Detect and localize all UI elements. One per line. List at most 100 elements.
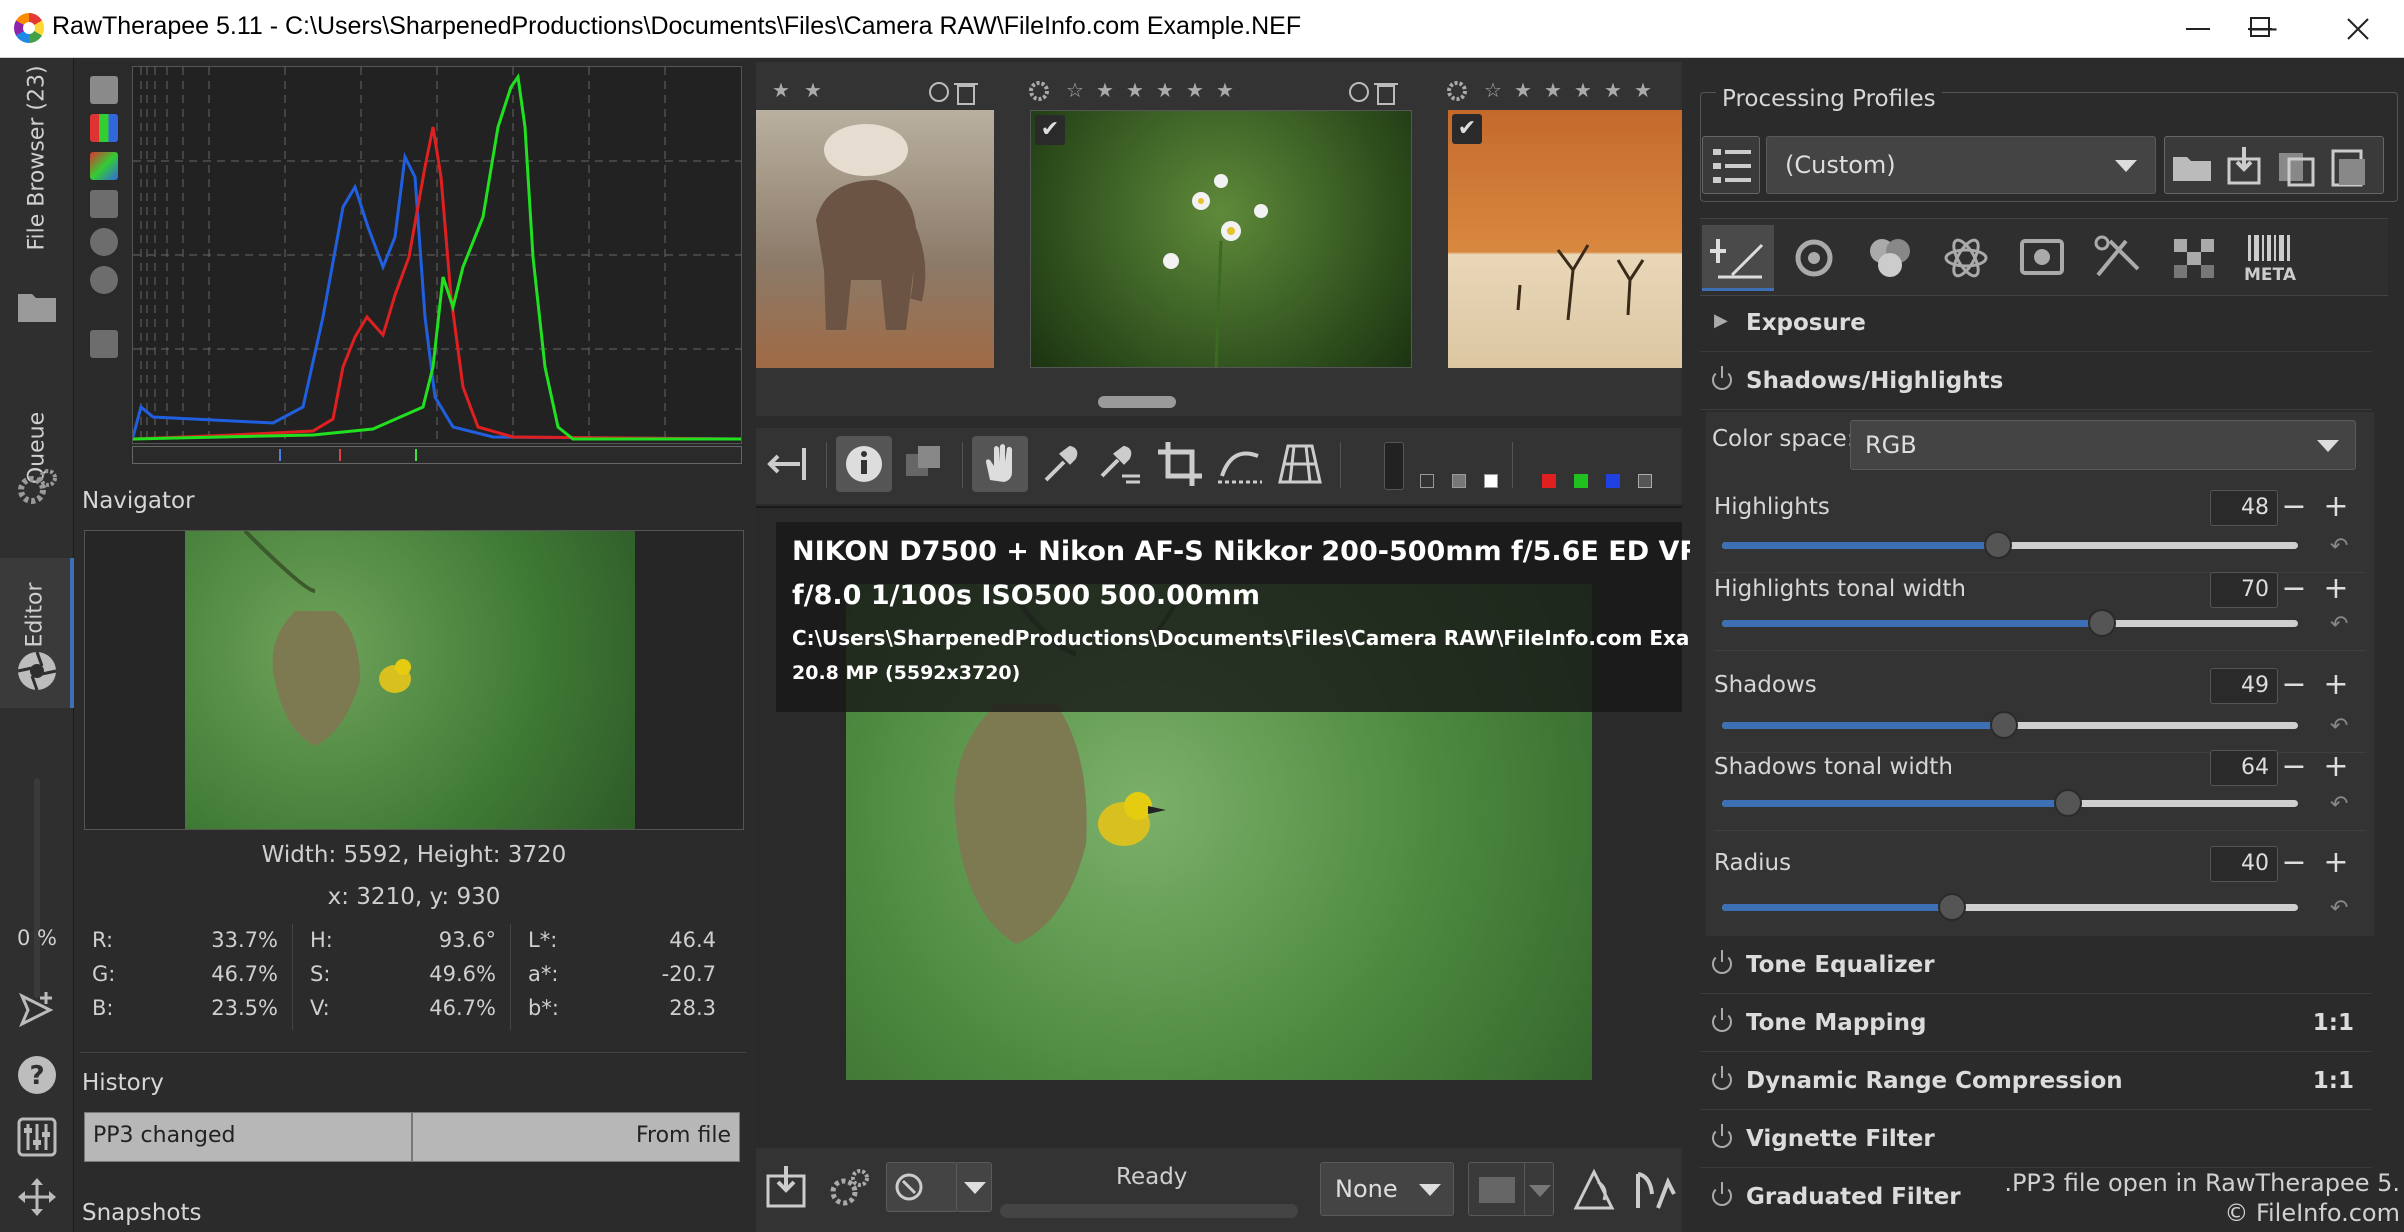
slider-value-field[interactable]: 40 <box>2210 846 2278 882</box>
power-icon[interactable] <box>1712 1182 1732 1206</box>
thumbnail-flowers[interactable]: ✔ <box>1030 110 1412 368</box>
slider-value-field[interactable]: 70 <box>2210 572 2278 608</box>
navigator-preview[interactable] <box>84 530 744 830</box>
minus-icon[interactable]: − <box>2278 490 2310 526</box>
reset-icon[interactable]: ↶ <box>2330 534 2354 559</box>
plus-icon[interactable]: + <box>2320 750 2352 786</box>
slider-value-field[interactable]: 64 <box>2210 750 2278 786</box>
plus-icon[interactable]: + <box>2320 846 2352 882</box>
close-button[interactable] <box>2318 0 2398 58</box>
preview-green-channel-button[interactable] <box>1574 474 1588 488</box>
star-icon[interactable]: ★ <box>1186 78 1204 102</box>
gear-icon[interactable] <box>1444 78 1470 104</box>
slider-value-field[interactable]: 48 <box>2210 490 2278 526</box>
rotate-flip-icon[interactable] <box>1568 1164 1618 1214</box>
dark-frame-dropdown[interactable] <box>1524 1162 1554 1216</box>
reset-icon[interactable]: ↶ <box>2330 612 2354 637</box>
external-editor-dropdown[interactable] <box>956 1162 992 1212</box>
tab-advanced[interactable] <box>1930 225 2002 291</box>
power-icon[interactable] <box>1712 950 1732 974</box>
color-picker-icon[interactable] <box>1032 436 1088 492</box>
star-icon[interactable]: ★ <box>1574 78 1592 102</box>
slider-value-field[interactable]: 49 <box>2210 668 2278 704</box>
star-icon[interactable]: ★ <box>1216 78 1234 102</box>
histogram-more-icon[interactable] <box>90 330 118 358</box>
gear-icon[interactable] <box>1026 78 1052 104</box>
bg-black-button[interactable] <box>1420 474 1434 488</box>
tab-local[interactable] <box>2158 225 2230 291</box>
fullscreen-icon[interactable] <box>16 1176 58 1218</box>
preview-red-channel-button[interactable] <box>1542 474 1556 488</box>
bg-white-button[interactable] <box>1484 474 1498 488</box>
minus-icon[interactable]: − <box>2278 668 2310 704</box>
tab-metadata[interactable]: META <box>2234 225 2306 291</box>
hand-tool-icon[interactable] <box>972 436 1028 492</box>
section-dynamic-range-compression[interactable]: Dynamic Range Compression 1:1 <box>1700 1054 2372 1110</box>
tab-queue[interactable]: Queue <box>0 358 74 538</box>
crop-icon[interactable] <box>1152 436 1208 492</box>
minus-icon[interactable]: − <box>2278 750 2310 786</box>
thumbnail-desert[interactable]: ✔ <box>1448 110 1682 368</box>
plus-icon[interactable]: + <box>2320 572 2352 608</box>
color-space-select[interactable]: RGB <box>1850 420 2356 470</box>
filmstrip-scrollbar[interactable] <box>1098 396 1176 408</box>
preferences-icon[interactable] <box>16 1116 58 1158</box>
histogram-rgb-icon[interactable] <box>90 114 118 142</box>
slider-knob[interactable] <box>2088 609 2117 637</box>
section-vignette-filter[interactable]: Vignette Filter <box>1700 1112 2372 1168</box>
straighten-icon[interactable] <box>1212 436 1268 492</box>
minus-icon[interactable]: − <box>2278 572 2310 608</box>
star-icon[interactable]: ☆ <box>1484 78 1502 102</box>
hide-left-panel-icon[interactable] <box>760 436 816 492</box>
hide-right-panel-icon[interactable] <box>1628 1164 1678 1214</box>
vectorscope-hc-icon[interactable] <box>90 266 118 294</box>
slider-track[interactable] <box>1722 893 2298 921</box>
star-icon[interactable]: ★ <box>1126 78 1144 102</box>
reject-trash-icon[interactable] <box>1348 80 1408 106</box>
plus-icon[interactable]: + <box>2320 490 2352 526</box>
plus-icon[interactable]: + <box>2320 668 2352 704</box>
tab-raw[interactable] <box>2082 225 2154 291</box>
profile-select[interactable]: (Custom) <box>1766 136 2156 194</box>
tab-transform[interactable] <box>2006 225 2078 291</box>
tab-exposure[interactable] <box>1702 225 1774 291</box>
save-profile-icon[interactable] <box>2221 143 2267 189</box>
reset-icon[interactable]: ↶ <box>2330 896 2354 921</box>
bg-grey-button[interactable] <box>1452 474 1466 488</box>
maximize-button[interactable] <box>2222 0 2302 58</box>
star-icon[interactable]: ★ <box>1604 78 1622 102</box>
before-after-icon[interactable] <box>896 436 952 492</box>
histogram-raw-icon[interactable] <box>90 190 118 218</box>
slider-track[interactable] <box>1722 711 2298 739</box>
star-icon[interactable]: ☆ <box>1066 78 1084 102</box>
tab-detail[interactable] <box>1778 225 1850 291</box>
tab-file-browser[interactable]: File Browser (23) <box>0 58 74 258</box>
star-icon[interactable]: ★ <box>1096 78 1114 102</box>
perspective-icon[interactable] <box>1272 436 1328 492</box>
info-icon[interactable] <box>836 436 892 492</box>
section-tone-equalizer[interactable]: Tone Equalizer <box>1700 938 2372 994</box>
slider-track[interactable] <box>1722 609 2298 637</box>
power-icon[interactable] <box>1712 1066 1732 1090</box>
star-icon[interactable]: ★ <box>1156 78 1174 102</box>
tab-color[interactable] <box>1854 225 1926 291</box>
slider-track[interactable] <box>1722 789 2298 817</box>
save-image-icon[interactable] <box>762 1162 810 1212</box>
tab-editor[interactable]: Editor <box>0 558 74 708</box>
profile-list-icon[interactable] <box>1702 136 1760 194</box>
preview-luminance-button[interactable] <box>1638 474 1652 488</box>
histogram-luminance-icon[interactable] <box>90 76 118 104</box>
gears-icon[interactable] <box>16 466 58 508</box>
dark-frame-button[interactable] <box>1468 1162 1528 1216</box>
vectorscope-hs-icon[interactable] <box>90 228 118 256</box>
power-icon[interactable] <box>1712 1124 1732 1148</box>
zoom-preset-select[interactable]: None <box>1320 1162 1454 1216</box>
thumbnail-elephant[interactable] <box>756 110 994 368</box>
external-editor-button[interactable] <box>886 1162 958 1212</box>
power-icon[interactable] <box>1712 1008 1732 1032</box>
star-icon[interactable]: ★ <box>772 78 790 102</box>
folder-icon[interactable] <box>16 284 58 326</box>
help-icon[interactable]: ? <box>16 1054 58 1096</box>
minus-icon[interactable]: − <box>2278 846 2310 882</box>
history-row[interactable]: PP3 changed From file <box>84 1112 740 1162</box>
